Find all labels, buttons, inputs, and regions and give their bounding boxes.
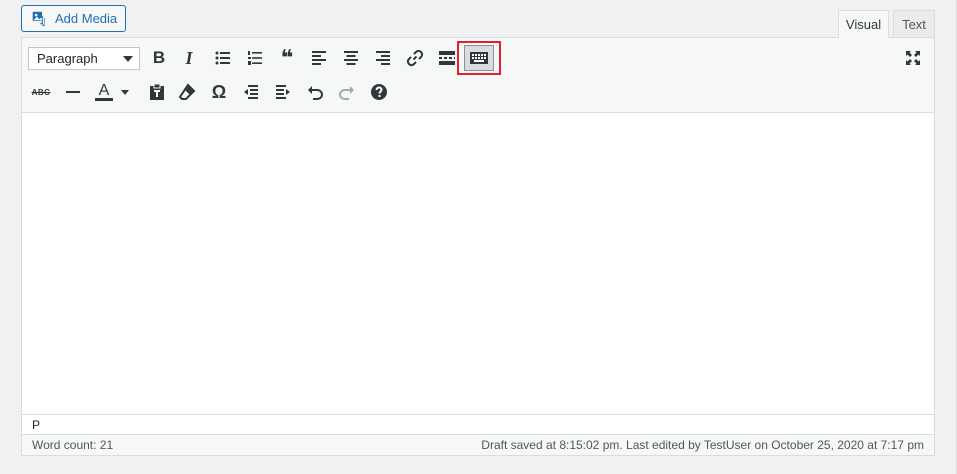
keyboard-icon (470, 52, 488, 64)
numbered-list-button[interactable] (242, 45, 268, 71)
link-icon (406, 49, 424, 67)
bulleted-list-icon (215, 51, 230, 65)
draft-status: Draft saved at 8:15:02 pm. Last edited b… (481, 438, 924, 452)
text-color-icon: A (95, 83, 113, 101)
insert-link-button[interactable] (402, 45, 428, 71)
element-path: P (22, 414, 934, 434)
paste-as-text-button[interactable] (144, 79, 170, 105)
fullscreen-button[interactable] (900, 45, 926, 71)
redo-button[interactable] (334, 79, 360, 105)
tab-text-label: Text (902, 16, 926, 32)
text-color-glyph: A (98, 82, 110, 99)
indent-icon (276, 85, 290, 99)
numbered-list-icon (248, 51, 262, 65)
blockquote-button[interactable]: ❝ (274, 45, 300, 71)
special-character-button[interactable]: Ω (206, 79, 232, 105)
strikethrough-button[interactable]: ABC (28, 79, 54, 105)
fullscreen-icon (906, 51, 920, 65)
align-left-icon (312, 51, 326, 65)
horizontal-line-button[interactable] (60, 79, 86, 105)
outdent-button[interactable] (238, 79, 264, 105)
editor-toolbar: Paragraph B I ❝ ABC A Ω (22, 38, 934, 113)
tab-visual[interactable]: Visual (838, 10, 889, 38)
tab-text[interactable]: Text (893, 10, 935, 38)
bold-icon: B (152, 48, 166, 67)
italic-button[interactable]: I (176, 45, 202, 71)
horizontal-line-icon (66, 91, 80, 93)
bulleted-list-button[interactable] (210, 45, 236, 71)
read-more-icon (439, 51, 455, 65)
color-swatch (95, 98, 113, 101)
add-media-label: Add Media (55, 11, 118, 26)
eraser-icon (178, 83, 196, 100)
status-bar: Word count: 21 Draft saved at 8:15:02 pm… (22, 434, 934, 455)
undo-icon (308, 86, 324, 100)
quote-icon: ❝ (280, 45, 294, 70)
tab-visual-label: Visual (845, 16, 882, 32)
word-count: Word count: 21 (32, 438, 114, 452)
element-path-p[interactable]: P (32, 418, 40, 432)
omega-icon: Ω (211, 81, 227, 102)
paste-as-text-icon (150, 83, 164, 100)
text-color-button[interactable]: A (90, 79, 118, 105)
strikethrough-icon: ABC (31, 87, 51, 97)
outdent-icon (244, 85, 258, 99)
align-left-button[interactable] (306, 45, 332, 71)
chevron-down-icon (123, 56, 133, 62)
redo-icon (338, 86, 354, 100)
read-more-button[interactable] (434, 45, 460, 71)
format-select[interactable]: Paragraph (28, 47, 140, 70)
chevron-down-icon (121, 89, 129, 95)
align-right-icon (376, 51, 390, 65)
undo-button[interactable] (302, 79, 328, 105)
text-color-dropdown[interactable] (118, 79, 132, 105)
add-media-button[interactable]: Add Media (21, 5, 126, 32)
indent-button[interactable] (270, 79, 296, 105)
content-area[interactable] (22, 114, 934, 414)
toolbar-toggle-button[interactable] (464, 45, 494, 71)
editor: Paragraph B I ❝ ABC A Ω P Word count: 21… (21, 37, 935, 456)
keyboard-shortcuts-button[interactable] (366, 79, 392, 105)
format-select-value: Paragraph (37, 51, 98, 66)
align-center-button[interactable] (338, 45, 364, 71)
align-right-button[interactable] (370, 45, 396, 71)
bold-button[interactable]: B (146, 45, 172, 71)
align-center-icon (344, 51, 358, 65)
italic-icon: I (185, 47, 193, 68)
clear-formatting-button[interactable] (174, 79, 200, 105)
help-icon (371, 84, 387, 100)
media-icon (31, 10, 48, 27)
